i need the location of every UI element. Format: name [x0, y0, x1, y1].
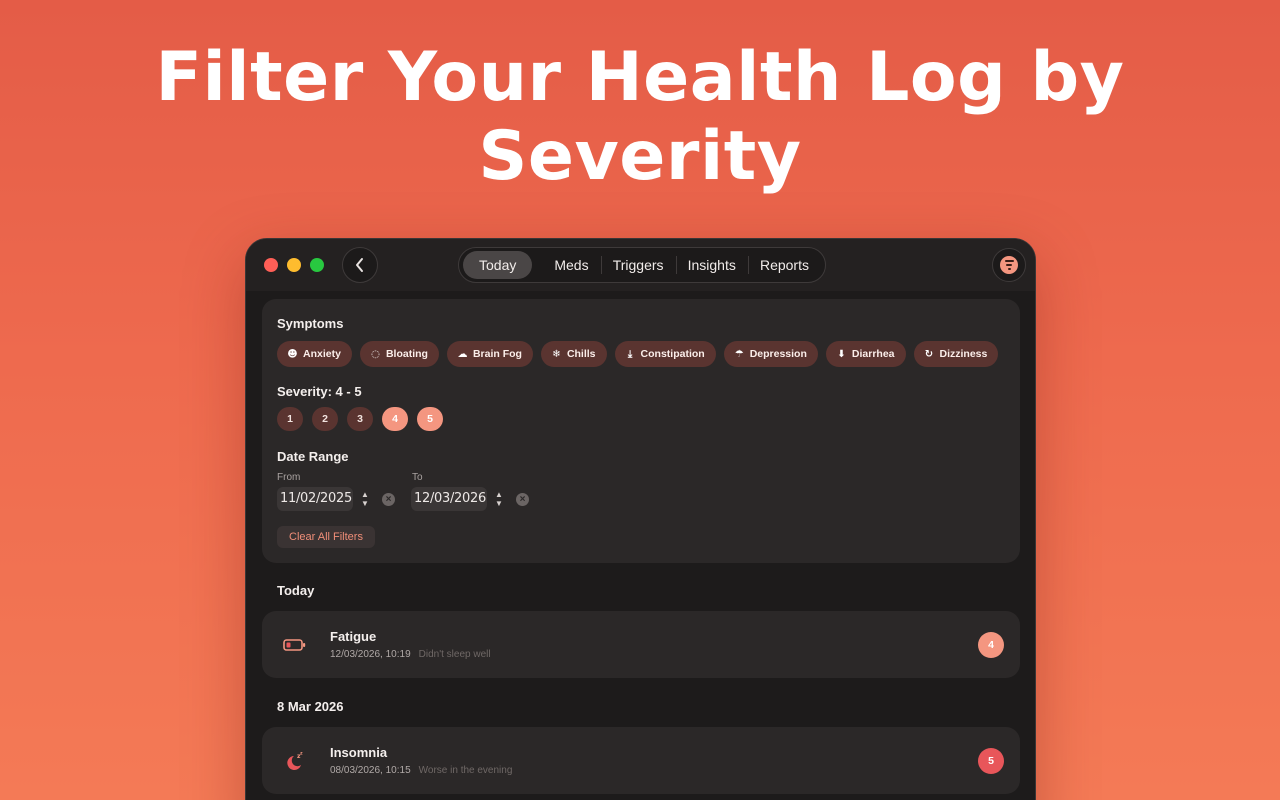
symptom-chip-dizziness[interactable]: ↻ Dizziness	[913, 341, 999, 367]
chip-label: Chills	[566, 348, 596, 360]
entry-datetime: 12/03/2026, 10:19	[330, 649, 411, 660]
chip-label: Anxiety	[303, 348, 341, 360]
to-label: To	[412, 472, 423, 483]
severity-selector: 1 2 3 4 5	[277, 407, 443, 431]
entry-datetime: 08/03/2026, 10:15	[330, 765, 411, 776]
log-entry[interactable]: Fatigue 12/03/2026, 10:19 Didn't sleep we…	[262, 611, 1020, 678]
cloud-rain-icon: ☂	[734, 348, 744, 360]
symptom-chip-list[interactable]: ☻ Anxiety ◌ Bloating ☁ Brain Fog ❄ Chill…	[277, 341, 1005, 367]
chip-label: Constipation	[640, 348, 705, 360]
arrow-down-to-line-icon: ⤓	[627, 348, 633, 360]
snowflake-icon: ❄	[552, 348, 561, 360]
symptom-chip-bloating[interactable]: ◌ Bloating	[359, 341, 439, 367]
back-button[interactable]	[342, 247, 378, 283]
entry-note: Worse in the evening	[418, 765, 513, 776]
to-date-stepper[interactable]: ▲ ▼	[493, 488, 505, 510]
page-headline: Filter Your Health Log by Severity	[155, 38, 1125, 196]
chevron-up-icon: ▲	[361, 490, 369, 499]
severity-option-1[interactable]: 1	[277, 407, 303, 431]
severity-heading: Severity: 4 - 5	[277, 384, 362, 399]
chevron-left-icon	[356, 258, 363, 272]
entry-meta: 12/03/2026, 10:19 Didn't sleep well	[330, 649, 491, 660]
chip-label: Bloating	[385, 348, 428, 360]
title-bar: Today Meds Triggers Insights Reports	[246, 239, 1035, 291]
clear-from-date-button[interactable]: ×	[382, 493, 395, 506]
clear-all-filters-button[interactable]: Clear All Filters	[277, 526, 375, 548]
zoom-window-button[interactable]	[310, 258, 324, 272]
brain-head-icon: ☻	[287, 348, 298, 360]
chevron-up-icon: ▲	[495, 490, 503, 499]
filter-toggle-button[interactable]	[992, 248, 1026, 282]
severity-badge: 5	[978, 748, 1004, 774]
svg-text:z: z	[300, 752, 303, 757]
from-label: From	[277, 472, 301, 483]
tab-insights[interactable]: Insights	[676, 251, 748, 279]
severity-option-2[interactable]: 2	[312, 407, 338, 431]
entry-symptom-name: Insomnia	[330, 745, 388, 760]
severity-badge: 4	[978, 632, 1004, 658]
severity-option-4[interactable]: 4	[382, 407, 408, 431]
moon-zzz-icon: z z	[282, 750, 308, 772]
chip-label: Dizziness	[939, 348, 988, 360]
chip-label: Depression	[749, 348, 807, 360]
app-window: Today Meds Triggers Insights Reports Sym…	[245, 238, 1036, 800]
symptom-chip-chills[interactable]: ❄ Chills	[540, 341, 607, 367]
symptom-chip-diarrhea[interactable]: ⬇ Diarrhea	[825, 341, 906, 367]
severity-option-3[interactable]: 3	[347, 407, 373, 431]
tab-reports[interactable]: Reports	[748, 251, 821, 279]
filter-panel: Symptoms ☻ Anxiety ◌ Bloating ☁ Brain Fo…	[262, 299, 1020, 563]
from-date-field[interactable]: 11/02/2025	[277, 487, 353, 511]
symptoms-heading: Symptoms	[277, 316, 344, 331]
cloud-icon: ☁	[457, 348, 468, 360]
log-group-heading: Today	[277, 583, 315, 598]
dotted-circle-icon: ◌	[371, 348, 380, 360]
to-date-field[interactable]: 12/03/2026	[411, 487, 487, 511]
rotate-icon: ↻	[924, 348, 934, 360]
entry-meta: 08/03/2026, 10:15 Worse in the evening	[330, 765, 512, 776]
log-group-heading: 8 Mar 2026	[277, 699, 344, 714]
from-date-stepper[interactable]: ▲ ▼	[359, 488, 371, 510]
low-battery-icon	[282, 634, 308, 656]
chevron-down-icon: ▼	[495, 499, 503, 508]
filter-lines-icon	[1000, 256, 1018, 274]
close-window-button[interactable]	[264, 258, 278, 272]
log-entry[interactable]: z z Insomnia 08/03/2026, 10:15 Worse in t…	[262, 727, 1020, 794]
date-range-heading: Date Range	[277, 449, 349, 464]
entry-symptom-name: Fatigue	[330, 629, 377, 644]
tab-today[interactable]: Today	[463, 251, 533, 279]
chevron-down-icon: ▼	[361, 499, 369, 508]
chip-label: Diarrhea	[851, 348, 895, 360]
severity-option-5[interactable]: 5	[417, 407, 443, 431]
chip-label: Brain Fog	[472, 348, 522, 360]
tab-meds[interactable]: Meds	[542, 251, 600, 279]
tab-bar: Today Meds Triggers Insights Reports	[458, 247, 826, 283]
symptom-chip-constipation[interactable]: ⤓ Constipation	[614, 341, 716, 367]
tab-triggers[interactable]: Triggers	[601, 251, 676, 279]
arrow-down-circle-icon: ⬇	[837, 348, 846, 360]
clear-to-date-button[interactable]: ×	[516, 493, 529, 506]
symptom-chip-anxiety[interactable]: ☻ Anxiety	[277, 341, 352, 367]
entry-note: Didn't sleep well	[418, 649, 491, 660]
minimize-window-button[interactable]	[287, 258, 301, 272]
symptom-chip-depression[interactable]: ☂ Depression	[723, 341, 818, 367]
symptom-chip-brain-fog[interactable]: ☁ Brain Fog	[446, 341, 533, 367]
